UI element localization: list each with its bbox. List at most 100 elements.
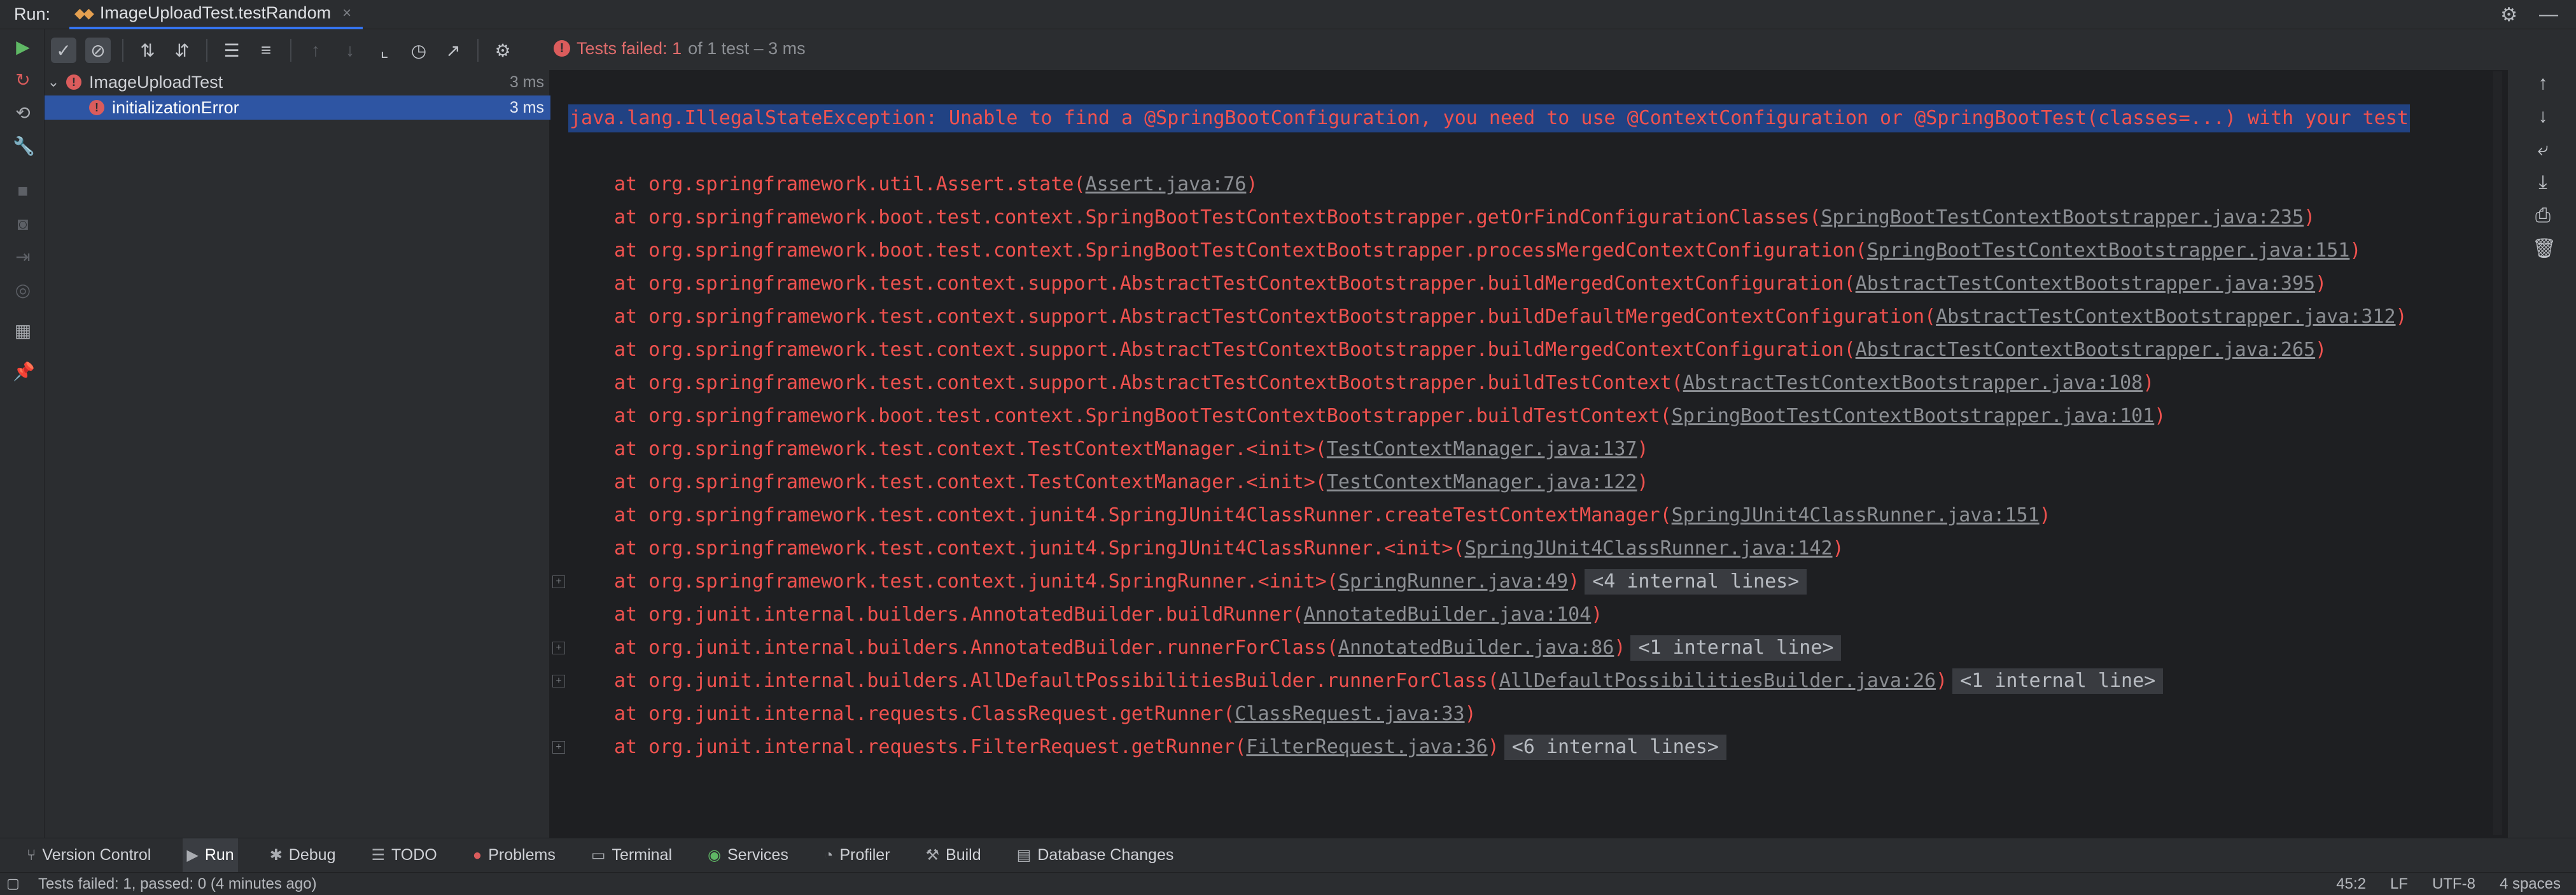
camera-icon[interactable]: ◙ (13, 214, 33, 234)
run-config-tab-label: ImageUploadTest.testRandom (99, 3, 332, 22)
export-icon[interactable]: ↗ (440, 38, 466, 63)
close-tab-icon[interactable]: × (342, 4, 351, 22)
chevron-down-icon[interactable]: ⌄ (45, 74, 62, 90)
layout-icon[interactable]: ▦ (13, 321, 33, 341)
stack-frame-method: at org.springframework.util.Assert.state… (614, 173, 1086, 195)
stop-icon[interactable]: ■ (13, 181, 33, 201)
fold-expand-icon[interactable]: + (552, 675, 565, 687)
source-link[interactable]: SpringBootTestContextBootstrapper.java:1… (1867, 239, 2350, 262)
console-right-toolbar: ↑ ↓ ⤶ ⤓ ⎙ 🗑 (2507, 70, 2576, 838)
test-config-icon: ◆◆ (74, 4, 94, 21)
rerun-icon[interactable]: ▶ (13, 37, 33, 57)
stack-frame-close-paren: ) (2154, 405, 2166, 427)
source-link[interactable]: SpringBootTestContextBootstrapper.java:1… (1672, 405, 2155, 427)
scroll-down-icon[interactable]: ↓ (2532, 106, 2554, 127)
tool-tab-version-control[interactable]: ⑂ Version Control (23, 838, 155, 873)
wrench-icon[interactable]: 🔧 (13, 136, 35, 157)
stack-frame-close-paren: ) (1832, 537, 1844, 560)
play-icon: ▶ (186, 847, 199, 864)
collapse-all-icon[interactable]: ≡ (253, 38, 279, 63)
tool-tab-todo[interactable]: ☰ TODO (367, 838, 440, 873)
source-link[interactable]: AnnotatedBuilder.java:104 (1304, 603, 1592, 626)
branch-icon: ⑂ (27, 846, 36, 864)
source-link[interactable]: TestContextManager.java:137 (1327, 438, 1637, 460)
internal-lines-folded[interactable]: <1 internal line> (1952, 668, 2164, 694)
history-icon[interactable]: ◷ (406, 38, 431, 63)
caret-position[interactable]: 45:2 (2336, 875, 2366, 893)
stack-frame-line: at org.springframework.test.context.juni… (614, 502, 2051, 530)
stack-frame-line: at org.springframework.boot.test.context… (614, 402, 2166, 430)
internal-lines-folded[interactable]: <4 internal lines> (1585, 569, 1807, 595)
settings-gear-icon[interactable]: ⚙ (490, 38, 515, 63)
soft-wrap-icon[interactable]: ⤶ (2532, 139, 2554, 160)
line-separator[interactable]: LF (2390, 875, 2408, 893)
trash-icon[interactable]: 🗑 (2532, 238, 2556, 260)
console-output[interactable]: java.lang.IllegalStateException: Unable … (550, 70, 2507, 838)
status-message[interactable]: Tests failed: 1, passed: 0 (4 minutes ag… (38, 875, 317, 893)
sort-alpha-icon[interactable]: ⇅ (135, 38, 160, 63)
source-link[interactable]: SpringJUnit4ClassRunner.java:151 (1672, 504, 2040, 526)
source-link[interactable]: TestContextManager.java:122 (1327, 471, 1637, 493)
tree-node-test-method[interactable]: ! initializationError 3 ms (45, 95, 550, 120)
source-link[interactable]: AbstractTestContextBootstrapper.java:395 (1856, 272, 2315, 295)
tool-tab-build[interactable]: ⚒ Build (922, 838, 985, 873)
tool-tab-services[interactable]: ◉ Services (704, 838, 792, 873)
source-link[interactable]: SpringBootTestContextBootstrapper.java:2… (1821, 206, 2304, 229)
failed-test-icon: ! (89, 100, 104, 115)
pin-icon[interactable]: 📌 (13, 362, 35, 382)
file-encoding[interactable]: UTF-8 (2432, 875, 2475, 893)
source-link[interactable]: ClassRequest.java:33 (1235, 703, 1464, 725)
internal-lines-folded[interactable]: <1 internal line> (1630, 635, 1842, 661)
indent-setting[interactable]: 4 spaces (2500, 875, 2561, 893)
stack-frame-close-paren: ) (2315, 339, 2327, 361)
source-link[interactable]: AbstractTestContextBootstrapper.java:265 (1856, 339, 2315, 361)
stack-frame-method: at org.springframework.test.context.juni… (614, 570, 1338, 593)
test-history-icon[interactable]: ⌞ (372, 38, 397, 63)
run-config-tab[interactable]: ◆◆ ImageUploadTest.testRandom × (69, 0, 363, 29)
fold-expand-icon[interactable]: + (552, 741, 565, 754)
toggle-auto-test-icon[interactable]: ⟲ (13, 103, 33, 123)
fold-expand-icon[interactable]: + (552, 575, 565, 588)
tool-tab-profiler[interactable]: ◔ Profiler (820, 838, 894, 873)
test-tree-toolbar: ✓ ⊘ ⇅ ⇵ ☰ ≡ ↑ ↓ ⌞ ◷ ↗ ⚙ (45, 31, 547, 70)
stack-frame-close-paren: ) (1614, 637, 1626, 659)
tree-node-test-class[interactable]: ⌄ ! ImageUploadTest 3 ms (45, 70, 550, 94)
source-link[interactable]: AbstractTestContextBootstrapper.java:312 (1936, 306, 2395, 328)
internal-lines-folded[interactable]: <6 internal lines> (1504, 735, 1726, 760)
next-failed-icon[interactable]: ↓ (337, 38, 363, 63)
stack-frame-close-paren: ) (2315, 272, 2327, 295)
print-icon[interactable]: ⎙ (2532, 205, 2554, 227)
sort-duration-icon[interactable]: ⇵ (169, 38, 195, 63)
import-icon[interactable]: ⇥ (13, 247, 33, 267)
status-summary-rest: of 1 test – 3 ms (688, 38, 806, 58)
source-link[interactable]: SpringJUnit4ClassRunner.java:142 (1465, 537, 1833, 560)
show-passed-icon[interactable]: ✓ (51, 38, 76, 63)
toolbar-divider (122, 39, 123, 62)
source-link[interactable]: AllDefaultPossibilitiesBuilder.java:26 (1499, 670, 1936, 692)
source-link[interactable]: AbstractTestContextBootstrapper.java:108 (1683, 372, 2143, 394)
console-scrollbar[interactable] (2493, 71, 2502, 835)
tool-tab-database-changes[interactable]: ▤ Database Changes (1013, 838, 1178, 873)
tool-tab-terminal[interactable]: ▭ Terminal (587, 838, 676, 873)
coverage-icon[interactable]: ◎ (13, 280, 33, 300)
rerun-failed-icon[interactable]: ↻ (13, 70, 33, 90)
fold-expand-icon[interactable]: + (552, 642, 565, 654)
scroll-up-icon[interactable]: ↑ (2532, 73, 2554, 94)
minimize-icon[interactable]: — (2539, 4, 2558, 26)
source-link[interactable]: SpringRunner.java:49 (1338, 570, 1568, 593)
gear-icon[interactable]: ⚙ (2500, 4, 2517, 26)
scroll-to-end-icon[interactable]: ⤓ (2532, 172, 2554, 194)
source-link[interactable]: AnnotatedBuilder.java:86 (1338, 637, 1614, 659)
tool-tab-run[interactable]: ▶ Run (183, 838, 238, 873)
expand-all-icon[interactable]: ☰ (219, 38, 244, 63)
previous-failed-icon[interactable]: ↑ (303, 38, 328, 63)
tool-tab-debug[interactable]: ✱ Debug (266, 838, 340, 873)
toolbar-divider (206, 39, 207, 62)
stack-frame-method: at org.junit.internal.builders.Annotated… (614, 603, 1304, 626)
show-ignored-icon[interactable]: ⊘ (85, 38, 111, 63)
source-link[interactable]: FilterRequest.java:36 (1246, 736, 1487, 758)
toggle-tool-windows-icon[interactable]: ▢ (6, 875, 20, 892)
stack-frame-close-paren: ) (1568, 570, 1580, 593)
source-link[interactable]: Assert.java:76 (1086, 173, 1247, 195)
tool-tab-problems[interactable]: ● Problems (469, 838, 559, 873)
